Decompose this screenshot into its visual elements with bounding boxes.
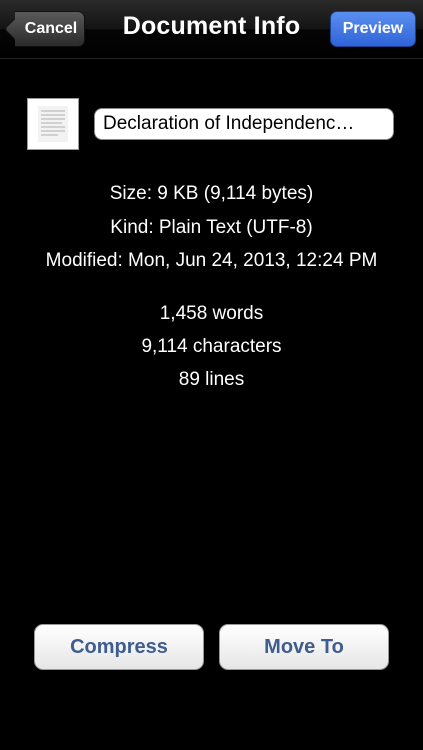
word-count: 1,458 words: [159, 303, 264, 324]
compress-button[interactable]: Compress: [34, 624, 204, 670]
move-to-button[interactable]: Move To: [219, 624, 389, 670]
kind-info: Kind: Plain Text (UTF-8): [110, 217, 313, 238]
character-count: 9,114 characters: [141, 336, 282, 357]
size-info: Size: 9 KB (9,114 bytes): [109, 183, 314, 204]
modified-info: Modified: Mon, Jun 24, 2013, 12:24 PM: [45, 250, 378, 271]
line-count: 89 lines: [178, 369, 245, 390]
text-document-icon: [27, 98, 79, 150]
document-name-field[interactable]: Declaration of Independenc…: [94, 108, 394, 140]
navigation-bar: Cancel Document Info Preview: [0, 0, 423, 59]
preview-button[interactable]: Preview: [330, 11, 416, 47]
